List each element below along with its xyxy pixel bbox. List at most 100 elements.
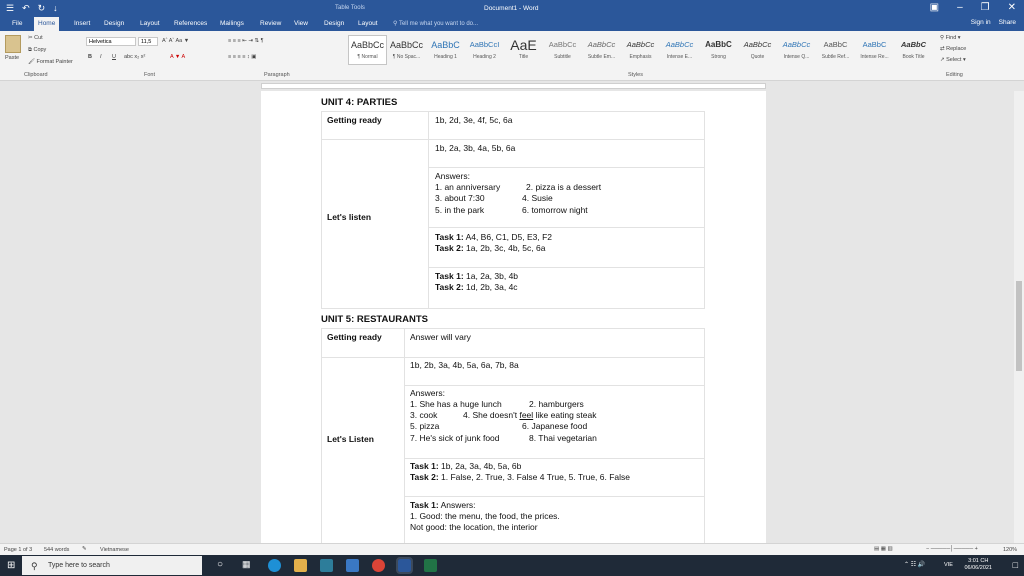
style-subtle-reference[interactable]: AaBbC Subtle Ref...	[816, 35, 855, 65]
unit4-answer-6: 6. tomorrow night	[522, 205, 588, 215]
font-color-icon[interactable]: A ▼ A	[170, 54, 185, 60]
style-preview: AaBbC	[823, 40, 848, 49]
taskbar-clock[interactable]: 3:01 CH 06/06/2021	[964, 558, 992, 572]
word-taskbar-icon[interactable]	[396, 557, 413, 574]
ruler-track[interactable]	[261, 83, 766, 89]
restore-icon[interactable]: ❐	[981, 2, 990, 13]
excel-taskbar-icon[interactable]	[424, 559, 437, 572]
bullets-icon[interactable]: ≡ ≡ ≡ ⇤ ⇥ ⇅ ¶	[228, 38, 264, 44]
save-icon[interactable]: ☰	[6, 3, 14, 14]
style-quote[interactable]: AaBbCc Quote	[738, 35, 777, 65]
language-indicator[interactable]: Vietnamese	[100, 547, 129, 553]
strikethrough-icon[interactable]: abc x₂ x²	[124, 54, 145, 60]
tell-me-box[interactable]: ⚲ Tell me what you want to do...	[393, 20, 478, 27]
view-mode-icons[interactable]: ▤ ▦ ▥	[874, 546, 893, 552]
style-strong[interactable]: AaBbC Strong	[699, 35, 738, 65]
font-name-box[interactable]: Helvetica	[86, 37, 136, 46]
input-language[interactable]: VIE	[944, 562, 953, 568]
copy-button[interactable]: ⧉ Copy	[28, 47, 46, 54]
tab-table-layout[interactable]: Layout	[354, 19, 382, 28]
store-icon[interactable]	[320, 559, 333, 572]
style-subtle-emphasis[interactable]: AaBbCc Subtle Em...	[582, 35, 621, 65]
taskbar-search-box[interactable]: ⚲ Type here to search	[22, 556, 202, 575]
unit5-col-divider	[404, 328, 405, 543]
page-count[interactable]: Page 1 of 3	[4, 547, 32, 553]
sign-in-link[interactable]: Sign in	[971, 19, 991, 26]
select-button[interactable]: ↗ Select ▾	[940, 57, 966, 63]
document-page[interactable]: UNIT 4: PARTIES Getting ready 1b, 2d, 3e…	[261, 91, 766, 543]
align-left-icon[interactable]: ≡ ≡ ≡ ≡ ↕ ▣	[228, 54, 256, 60]
file-explorer-icon[interactable]	[294, 559, 307, 572]
edge-browser-icon[interactable]	[268, 559, 281, 572]
font-size-box[interactable]: 11,5	[138, 37, 158, 46]
undo-icon[interactable]: ↶	[22, 3, 30, 14]
select-label: Select	[946, 57, 962, 63]
italic-button[interactable]: I	[100, 54, 102, 60]
system-tray-icons[interactable]: ⌃ ☷ 🔊	[904, 561, 925, 568]
clock-date: 06/06/2021	[964, 565, 992, 571]
vertical-scrollbar[interactable]	[1014, 91, 1024, 543]
tab-design[interactable]: Design	[100, 19, 128, 28]
style-preview: AaBbCc	[626, 40, 655, 49]
tab-layout[interactable]: Layout	[136, 19, 164, 28]
style-preview: AaBbCc	[587, 40, 616, 49]
style-heading-1[interactable]: AaBbC Heading 1	[426, 35, 465, 65]
font-group-label: Font	[144, 72, 156, 78]
ribbon-display-icon[interactable]: ▣	[930, 2, 939, 13]
cortana-icon[interactable]: ○	[217, 559, 223, 570]
style-name: ¶ No Spac...	[392, 54, 421, 60]
unit5-answer-8: 8. Thai vegetarian	[529, 433, 597, 443]
tab-review[interactable]: Review	[256, 19, 285, 28]
task-view-icon[interactable]: ▦	[242, 559, 251, 570]
paste-icon[interactable]	[5, 35, 21, 53]
close-icon[interactable]: ✕	[1008, 2, 1016, 13]
share-button[interactable]: Share	[999, 19, 1016, 26]
unit5-task-a2: Task 2: 1. False, 2. True, 3. False 4 Tr…	[410, 472, 630, 483]
find-button[interactable]: ⚲ Find ▾	[940, 35, 961, 41]
style-intense-emphasis[interactable]: AaBbCc Intense E...	[660, 35, 699, 65]
unit5-answer-4: 4. She doesn't feel like eating steak	[463, 410, 597, 421]
zoom-slider[interactable]: − ─────│───── +	[926, 546, 978, 552]
tab-mailings[interactable]: Mailings	[216, 19, 248, 28]
word-count[interactable]: 544 words	[44, 547, 69, 553]
style-normal[interactable]: AaBbCc ¶ Normal	[348, 35, 387, 65]
style-no-spacing[interactable]: AaBbCc ¶ No Spac...	[387, 35, 426, 65]
task-label: Task 2:	[435, 282, 464, 292]
tab-home[interactable]: Home	[34, 17, 60, 31]
style-title[interactable]: AaE Title	[504, 35, 543, 65]
format-painter-button[interactable]: 🖌 Format Painter	[28, 59, 73, 65]
scrollbar-thumb[interactable]	[1016, 281, 1022, 371]
underline-button[interactable]: U	[112, 54, 116, 60]
style-emphasis[interactable]: AaBbCc Emphasis	[621, 35, 660, 65]
style-book-title[interactable]: AaBbC Book Title	[894, 35, 933, 65]
chrome-icon[interactable]	[372, 559, 385, 572]
tab-file[interactable]: File	[8, 19, 26, 28]
redo-icon[interactable]: ↻	[38, 3, 46, 14]
grow-font-icon[interactable]: Aˆ Aˇ Aa ▼	[162, 38, 189, 44]
tab-references[interactable]: References	[170, 19, 211, 28]
style-heading-2[interactable]: AaBbCcI Heading 2	[465, 35, 504, 65]
context-tab-group: Table Tools	[335, 5, 365, 11]
notifications-icon[interactable]: □	[1013, 560, 1018, 570]
minimize-icon[interactable]: –	[957, 2, 963, 13]
style-subtitle[interactable]: AaBbCc Subtitle	[543, 35, 582, 65]
mail-icon[interactable]	[346, 559, 359, 572]
cut-button[interactable]: ✂ Cut	[28, 35, 43, 41]
proofing-icon[interactable]: ✎	[82, 546, 87, 552]
customize-qat-icon[interactable]: ↓	[53, 3, 58, 14]
replace-label: Replace	[946, 46, 967, 52]
zoom-level[interactable]: 120%	[1003, 547, 1017, 553]
tell-me-text: Tell me what you want to do...	[398, 21, 478, 27]
style-intense-reference[interactable]: AaBbC Intense Re...	[855, 35, 894, 65]
cut-label: Cut	[34, 35, 43, 41]
tab-table-design[interactable]: Design	[320, 19, 348, 28]
tab-view[interactable]: View	[290, 19, 312, 28]
ribbon-tabs: File Home Insert Design Layout Reference…	[0, 17, 1024, 31]
style-preview: AaBbC	[705, 40, 732, 49]
paste-button[interactable]: Paste	[5, 55, 19, 61]
replace-button[interactable]: ⇄ Replace	[940, 46, 966, 52]
bold-button[interactable]: B	[88, 54, 92, 60]
style-intense-quote[interactable]: AaBbCc Intense Q...	[777, 35, 816, 65]
tab-insert[interactable]: Insert	[70, 19, 94, 28]
windows-start-icon[interactable]: ⊞	[7, 560, 15, 571]
